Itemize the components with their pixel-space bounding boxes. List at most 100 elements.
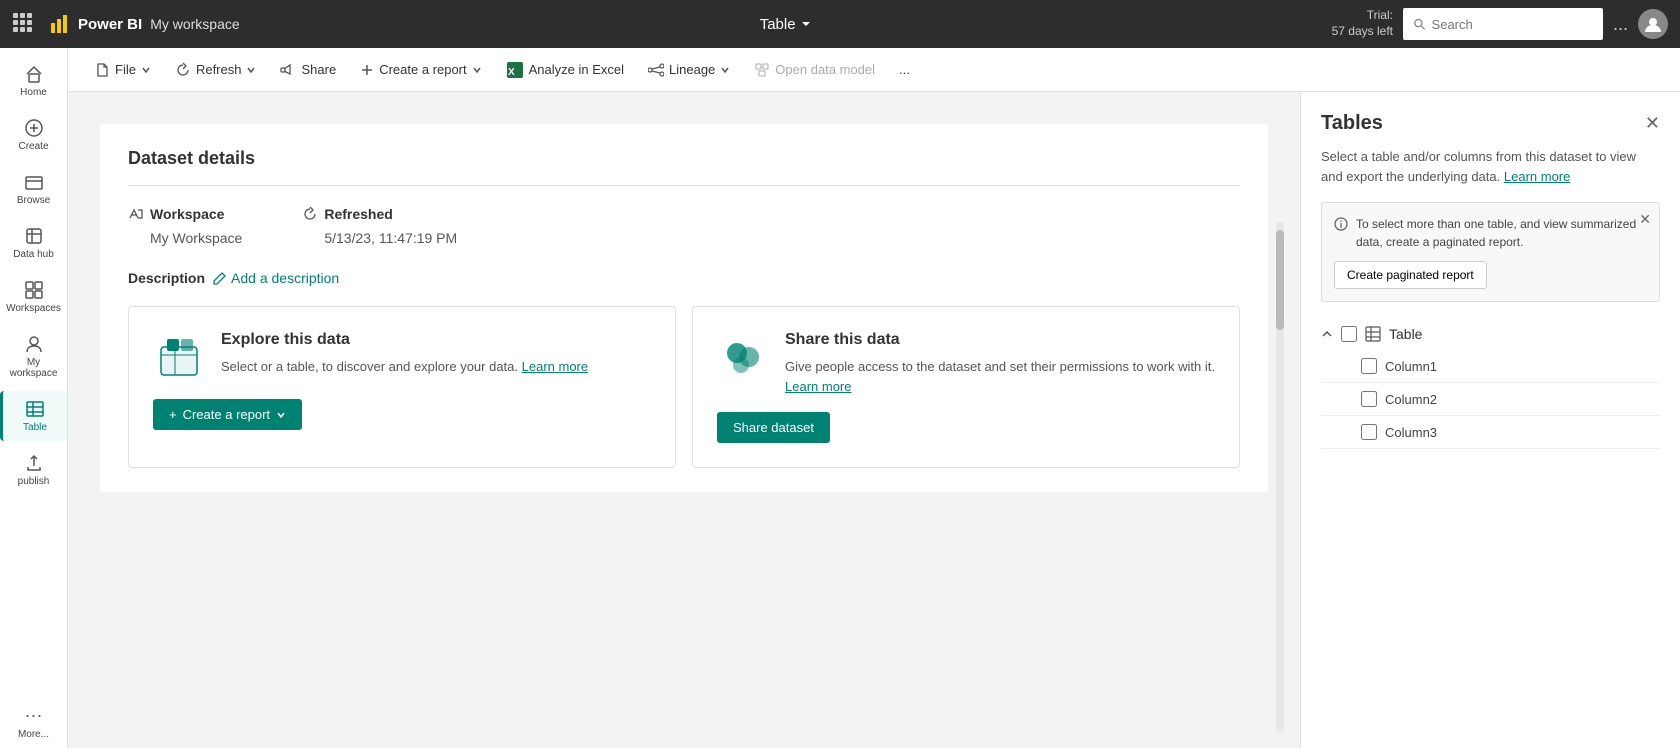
apps-icon[interactable] xyxy=(12,12,32,37)
excel-icon: X xyxy=(506,61,524,79)
myworkspace-icon xyxy=(24,334,44,354)
description-label: Description xyxy=(128,270,205,286)
share-desc: Give people access to the dataset and se… xyxy=(785,357,1215,396)
sidebar-datahub-label: Data hub xyxy=(13,249,54,260)
panel-learn-more[interactable]: Learn more xyxy=(1504,169,1570,184)
refreshed-label: Refreshed xyxy=(302,206,457,222)
dataset-area: Dataset details Workspace My Workspace xyxy=(100,124,1268,492)
share-title: Share this data xyxy=(785,331,1215,349)
add-description-btn[interactable]: Add a description xyxy=(213,270,339,286)
table-selector[interactable]: Table xyxy=(252,16,1320,33)
lineage-icon xyxy=(648,62,664,78)
column1-row: Column1 xyxy=(1321,350,1660,383)
sidebar-create-label: Create xyxy=(18,141,48,152)
dataset-title: Dataset details xyxy=(128,148,1240,186)
column2-row: Column2 xyxy=(1321,383,1660,416)
sidebar-item-publish[interactable]: publish xyxy=(0,445,67,495)
sidebar-item-workspaces[interactable]: Workspaces xyxy=(0,272,67,322)
column1-checkbox[interactable] xyxy=(1361,358,1377,374)
analyze-excel-btn[interactable]: X Analyze in Excel xyxy=(496,55,634,85)
trial-info: Trial: 57 days left xyxy=(1332,8,1393,39)
column3-name: Column3 xyxy=(1385,425,1437,440)
explore-icon xyxy=(153,331,205,383)
share-btn[interactable]: Share xyxy=(270,56,346,84)
info-box-text: To select more than one table, and view … xyxy=(1356,215,1647,251)
explore-desc: Select or a table, to discover and explo… xyxy=(221,357,651,377)
sidebar-item-browse[interactable]: Browse xyxy=(0,164,67,214)
explore-content: Explore this data Select or a table, to … xyxy=(221,331,651,377)
close-panel-btn[interactable]: ✕ xyxy=(1645,113,1660,134)
workspace-value: My Workspace xyxy=(128,230,242,246)
info-box: To select more than one table, and view … xyxy=(1321,202,1660,302)
sidebar-workspaces-label: Workspaces xyxy=(6,303,61,314)
top-bar-right: Trial: 57 days left ... xyxy=(1332,8,1668,40)
create-report-card-btn[interactable]: + Create a report xyxy=(153,399,302,430)
workspace-section: Workspace My Workspace xyxy=(128,206,242,246)
create-paginated-btn[interactable]: Create paginated report xyxy=(1334,261,1487,289)
workspace-label: Workspace xyxy=(128,206,242,222)
brand-name: Power BI xyxy=(78,16,142,33)
chevron-down-icon xyxy=(141,65,151,75)
table-checkbox[interactable] xyxy=(1341,326,1357,342)
avatar[interactable] xyxy=(1638,9,1668,39)
open-data-model-btn[interactable]: Open data model xyxy=(744,56,885,84)
workspace-label[interactable]: My workspace xyxy=(150,16,239,32)
page-content: Dataset details Workspace My Workspace xyxy=(68,92,1680,748)
create-report-btn[interactable]: Create a report xyxy=(350,56,491,83)
explore-learn-more[interactable]: Learn more xyxy=(522,359,588,374)
share-icon xyxy=(280,62,296,78)
chevron-refresh-icon xyxy=(246,65,256,75)
sidebar-publish-label: publish xyxy=(18,476,50,487)
right-panel-desc: Select a table and/or columns from this … xyxy=(1321,147,1660,186)
share-card: Share this data Give people access to th… xyxy=(692,306,1240,468)
topbar-more-btn[interactable]: ... xyxy=(1613,14,1628,35)
table-header-row: Table xyxy=(1321,318,1660,350)
refresh-btn[interactable]: Refresh xyxy=(165,56,267,84)
plus-btn-icon: + xyxy=(169,407,177,422)
share-dataset-btn[interactable]: Share dataset xyxy=(717,412,830,443)
top-bar: Power BI My workspace Table Trial: 57 da… xyxy=(0,0,1680,48)
brand: Power BI My workspace xyxy=(48,13,240,35)
column3-checkbox[interactable] xyxy=(1361,424,1377,440)
lineage-btn[interactable]: Lineage xyxy=(638,56,740,84)
sidebar-home-label: Home xyxy=(20,87,47,98)
explore-card: Explore this data Select or a table, to … xyxy=(128,306,676,468)
dataset-meta: Workspace My Workspace Refreshed xyxy=(128,206,1240,246)
right-panel-header: Tables ✕ xyxy=(1321,112,1660,135)
file-btn[interactable]: File xyxy=(84,56,161,84)
sidebar-item-table[interactable]: Table xyxy=(0,391,67,441)
browse-icon xyxy=(24,172,44,192)
svg-text:X: X xyxy=(508,67,515,78)
chevron-create-icon xyxy=(472,65,482,75)
refresh-meta-icon xyxy=(302,206,318,222)
sidebar-table-label: Table xyxy=(23,422,47,433)
table-section: Table Column1 Column2 Column3 xyxy=(1321,318,1660,449)
table-dropdown-btn[interactable]: Table xyxy=(760,16,812,33)
toolbar-more-btn[interactable]: ... xyxy=(889,56,920,83)
share-learn-more[interactable]: Learn more xyxy=(785,379,851,394)
sidebar-browse-label: Browse xyxy=(17,195,50,206)
share-data-icon xyxy=(717,331,769,383)
toolbar: File Refresh Share Create a r xyxy=(68,48,1680,92)
column2-name: Column2 xyxy=(1385,392,1437,407)
sidebar-item-myworkspace[interactable]: My workspace xyxy=(0,326,67,387)
sidebar-item-home[interactable]: Home xyxy=(0,56,67,106)
description-row: Description Add a description xyxy=(128,270,1240,286)
plus-icon xyxy=(360,63,374,77)
info-box-close-btn[interactable]: ✕ xyxy=(1639,211,1651,228)
column1-name: Column1 xyxy=(1385,359,1437,374)
chevron-up-icon[interactable] xyxy=(1321,328,1333,340)
search-icon xyxy=(1413,17,1426,31)
sidebar-item-create[interactable]: Create xyxy=(0,110,67,160)
search-box[interactable] xyxy=(1403,8,1603,40)
table-grid-icon xyxy=(1365,326,1381,342)
create-icon xyxy=(24,118,44,138)
sidebar-item-datahub[interactable]: Data hub xyxy=(0,218,67,268)
search-input[interactable] xyxy=(1432,17,1593,32)
file-icon xyxy=(94,62,110,78)
column2-checkbox[interactable] xyxy=(1361,391,1377,407)
sidebar-item-more[interactable]: ··· More... xyxy=(0,697,67,748)
chevron-card-icon xyxy=(276,410,286,420)
right-panel: Tables ✕ Select a table and/or columns f… xyxy=(1300,92,1680,748)
data-model-icon xyxy=(754,62,770,78)
